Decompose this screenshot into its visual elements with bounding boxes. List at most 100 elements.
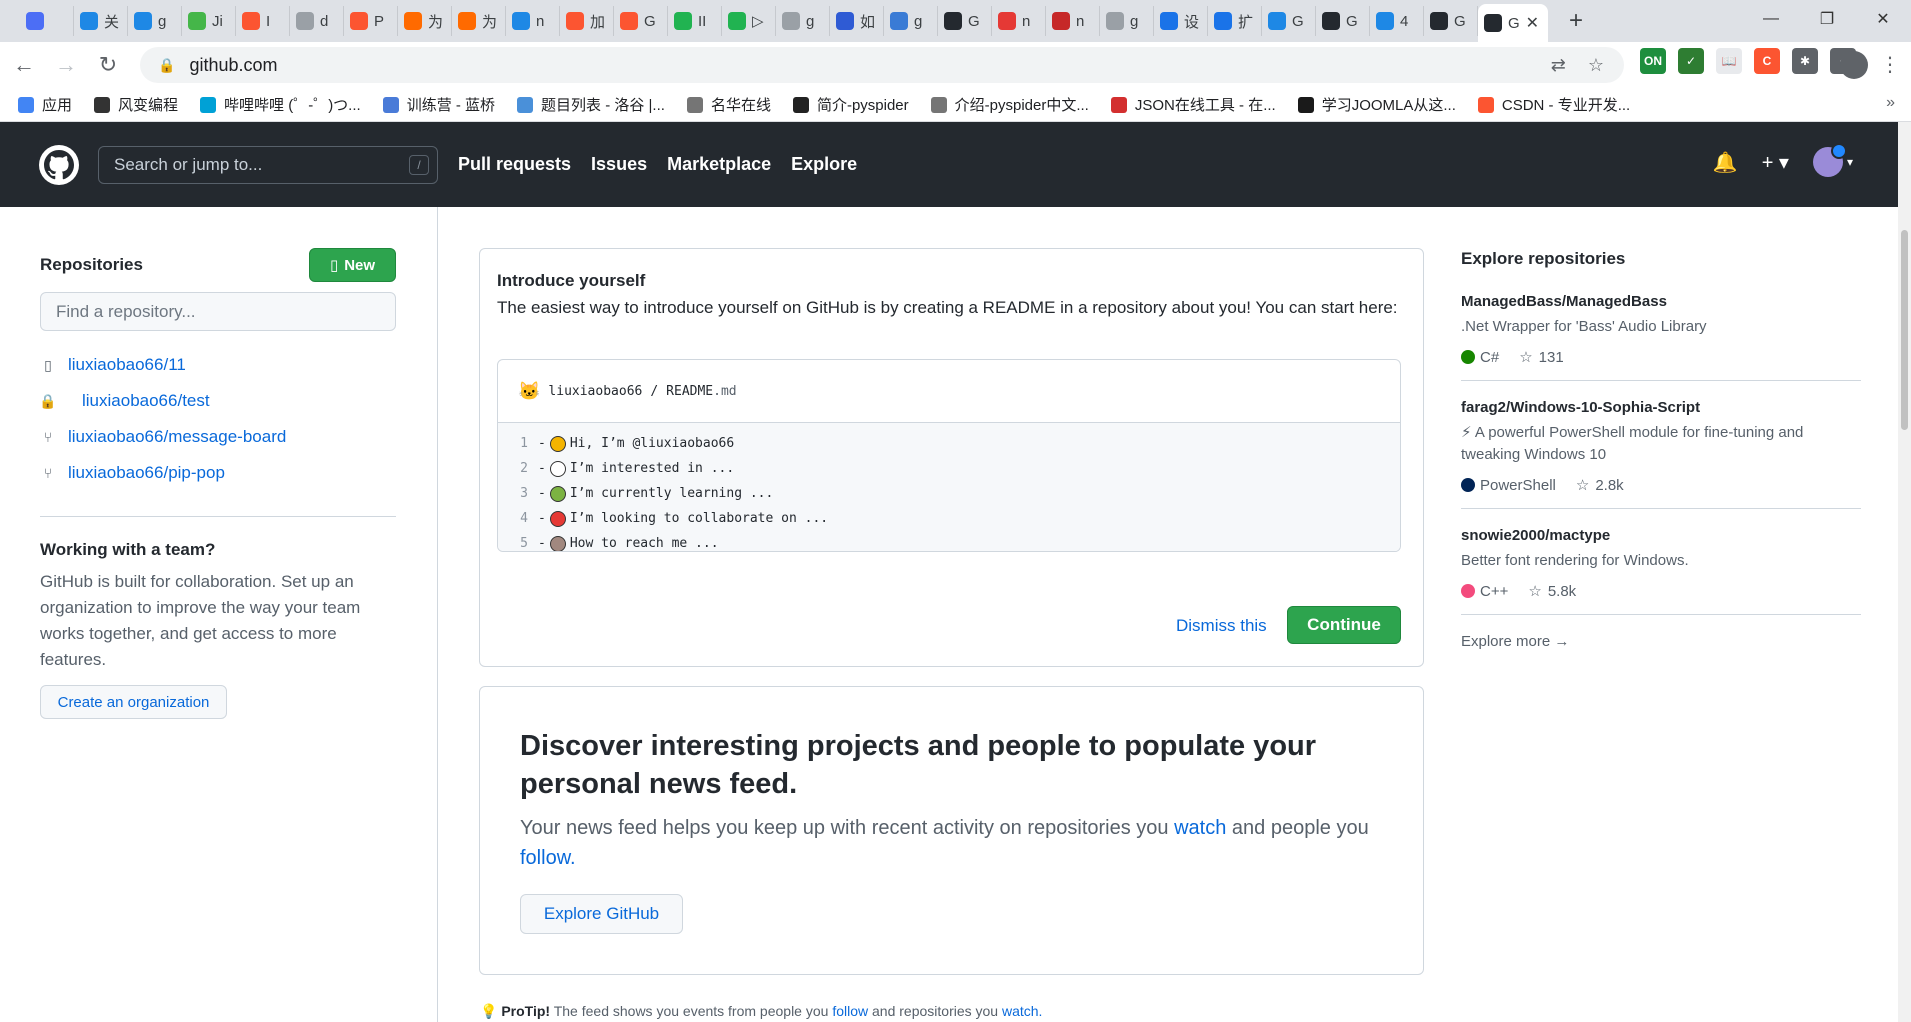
follow-link[interactable]: follow.: [520, 847, 576, 869]
browser-tab[interactable]: 关: [74, 6, 128, 36]
back-icon[interactable]: ←: [6, 47, 42, 83]
browser-tab[interactable]: d: [290, 6, 344, 36]
forward-icon[interactable]: →: [48, 47, 84, 83]
repository-link[interactable]: ⑂ liuxiaobao66/message-board: [40, 419, 396, 455]
new-repository-button[interactable]: ▯ New: [309, 248, 396, 282]
browser-tab[interactable]: g: [884, 6, 938, 36]
bookmark-item[interactable]: 学习JOOMLA从这...: [1297, 94, 1456, 115]
extension-icon[interactable]: ✱: [1792, 48, 1818, 74]
nav-link[interactable]: Pull requests: [458, 154, 571, 175]
restore-icon[interactable]: ❐: [1799, 0, 1855, 38]
bookmark-item[interactable]: 风变编程: [94, 94, 178, 115]
browser-tab[interactable]: n: [992, 6, 1046, 36]
repository-list: ▯ liuxiaobao66/11 🔒 liuxiaobao66/test ⑂ liuxi…: [39, 347, 396, 491]
reload-icon[interactable]: ↻: [90, 47, 126, 83]
browser-tab[interactable]: g: [776, 6, 830, 36]
browser-tab[interactable]: g: [1100, 6, 1154, 36]
browser-tab[interactable]: 如: [830, 6, 884, 36]
new-tab-button[interactable]: +: [1558, 7, 1594, 35]
address-bar[interactable]: 🔒 github.com ⇄ ☆: [140, 47, 1624, 83]
bookmark-item[interactable]: 名华在线: [686, 94, 771, 115]
bookmark-item[interactable]: CSDN - 专业开发...: [1477, 94, 1630, 115]
explore-repositories: Explore repositories ManagedBass/Managed…: [1461, 249, 1861, 650]
profile-avatar-icon[interactable]: [1840, 51, 1868, 79]
menu-kebab-icon[interactable]: ⋮: [1880, 52, 1900, 77]
repository-link[interactable]: ⑂ liuxiaobao66/pip-pop: [40, 455, 396, 491]
browser-tab[interactable]: G: [1424, 6, 1478, 36]
lock-icon[interactable]: 🔒: [158, 57, 175, 74]
close-window-icon[interactable]: ✕: [1855, 0, 1911, 38]
browser-tab[interactable]: P: [344, 6, 398, 36]
bookmark-item[interactable]: 介绍-pyspider中文...: [930, 94, 1089, 115]
browser-tab[interactable]: II: [668, 6, 722, 36]
line-text: How to reach me ...: [569, 536, 719, 551]
watch-link[interactable]: watch: [1174, 817, 1226, 839]
scrollbar-thumb[interactable]: [1901, 230, 1908, 430]
tab-close-icon[interactable]: ✕: [1526, 13, 1539, 33]
browser-tab[interactable]: G: [614, 6, 668, 36]
explore-more-link[interactable]: Explore more →: [1461, 633, 1861, 650]
nav-link[interactable]: Issues: [591, 154, 647, 175]
create-new-plus-icon[interactable]: + ▾: [1762, 150, 1789, 175]
tab-title: G: [1292, 12, 1304, 30]
github-search-input[interactable]: Search or jump to... /: [98, 145, 438, 184]
protip-watch-link[interactable]: watch.: [1002, 1003, 1042, 1019]
bookmark-item[interactable]: 题目列表 - 洛谷 |...: [517, 94, 665, 115]
explore-repo-item: farag2/Windows-10-Sophia-Script ⚡ A power…: [1461, 399, 1861, 509]
extension-icon[interactable]: ON: [1640, 48, 1666, 74]
browser-tab[interactable]: G: [1316, 6, 1370, 36]
bookmark-item[interactable]: 训练营 - 蓝桥: [382, 94, 495, 115]
translate-icon[interactable]: ⇄: [1551, 55, 1566, 76]
bookmark-item[interactable]: 应用: [18, 94, 72, 115]
repository-link[interactable]: ▯ liuxiaobao66/11: [40, 347, 396, 383]
stargazers[interactable]: ☆ 131: [1519, 348, 1563, 367]
continue-button[interactable]: Continue: [1287, 606, 1401, 644]
extension-icon[interactable]: 📖: [1716, 48, 1742, 74]
readme-code-line: 5- How to reach me ...: [498, 531, 1400, 551]
explore-repo-name[interactable]: ManagedBass/ManagedBass: [1461, 293, 1861, 310]
find-repository-input[interactable]: Find a repository...: [40, 292, 396, 331]
github-logo-icon[interactable]: [39, 144, 79, 185]
extension-icon[interactable]: ✓: [1678, 48, 1704, 74]
extension-icon[interactable]: C: [1754, 48, 1780, 74]
browser-tab[interactable]: I: [236, 6, 290, 36]
bookmark-star-icon[interactable]: ☆: [1588, 55, 1604, 76]
browser-tab[interactable]: 加: [560, 6, 614, 36]
browser-tab[interactable]: 4: [1370, 6, 1424, 36]
tab-title: 4: [1400, 12, 1409, 30]
browser-tab-active[interactable]: G ✕: [1478, 4, 1548, 42]
dismiss-link[interactable]: Dismiss this: [1176, 616, 1267, 636]
notifications-bell-icon[interactable]: 🔔: [1713, 150, 1738, 175]
stargazers[interactable]: ☆ 2.8k: [1576, 476, 1624, 495]
page-scrollbar[interactable]: [1898, 122, 1911, 1022]
browser-tab[interactable]: G: [938, 6, 992, 36]
browser-tab[interactable]: 为: [398, 6, 452, 36]
browser-tab[interactable]: Ji: [182, 6, 236, 36]
repo-icon: ▯: [44, 356, 52, 373]
bookmarks-overflow-icon[interactable]: »: [1886, 94, 1895, 112]
user-avatar-menu[interactable]: ▾: [1812, 143, 1853, 177]
browser-tab[interactable]: G: [1262, 6, 1316, 36]
stargazers[interactable]: ☆ 5.8k: [1528, 582, 1576, 601]
bookmark-item[interactable]: JSON在线工具 - 在...: [1110, 94, 1276, 115]
explore-repo-name[interactable]: snowie2000/mactype: [1461, 527, 1861, 544]
browser-tab[interactable]: n: [1046, 6, 1100, 36]
bookmark-item[interactable]: 哔哩哔哩 (゜-゜)つ...: [200, 94, 361, 115]
browser-tab[interactable]: 为: [452, 6, 506, 36]
explore-github-button[interactable]: Explore GitHub: [520, 894, 683, 934]
protip-follow-link[interactable]: follow: [832, 1003, 868, 1019]
browser-tab[interactable]: 设: [1154, 6, 1208, 36]
explore-repo-name[interactable]: farag2/Windows-10-Sophia-Script: [1461, 399, 1861, 416]
nav-link[interactable]: Marketplace: [667, 154, 771, 175]
browser-tab[interactable]: g: [128, 6, 182, 36]
create-organization-button[interactable]: Create an organization: [40, 685, 227, 719]
browser-tab[interactable]: 扩: [1208, 6, 1262, 36]
bookmark-item[interactable]: 简介-pyspider: [792, 94, 909, 115]
nav-link[interactable]: Explore: [791, 154, 857, 175]
browser-tab[interactable]: ▷: [722, 6, 776, 36]
github-search-placeholder: Search or jump to...: [114, 154, 263, 174]
repository-link[interactable]: 🔒 liuxiaobao66/test: [39, 383, 396, 419]
browser-tab[interactable]: n: [506, 6, 560, 36]
minimize-icon[interactable]: —: [1743, 0, 1799, 38]
browser-tab[interactable]: [20, 6, 74, 36]
